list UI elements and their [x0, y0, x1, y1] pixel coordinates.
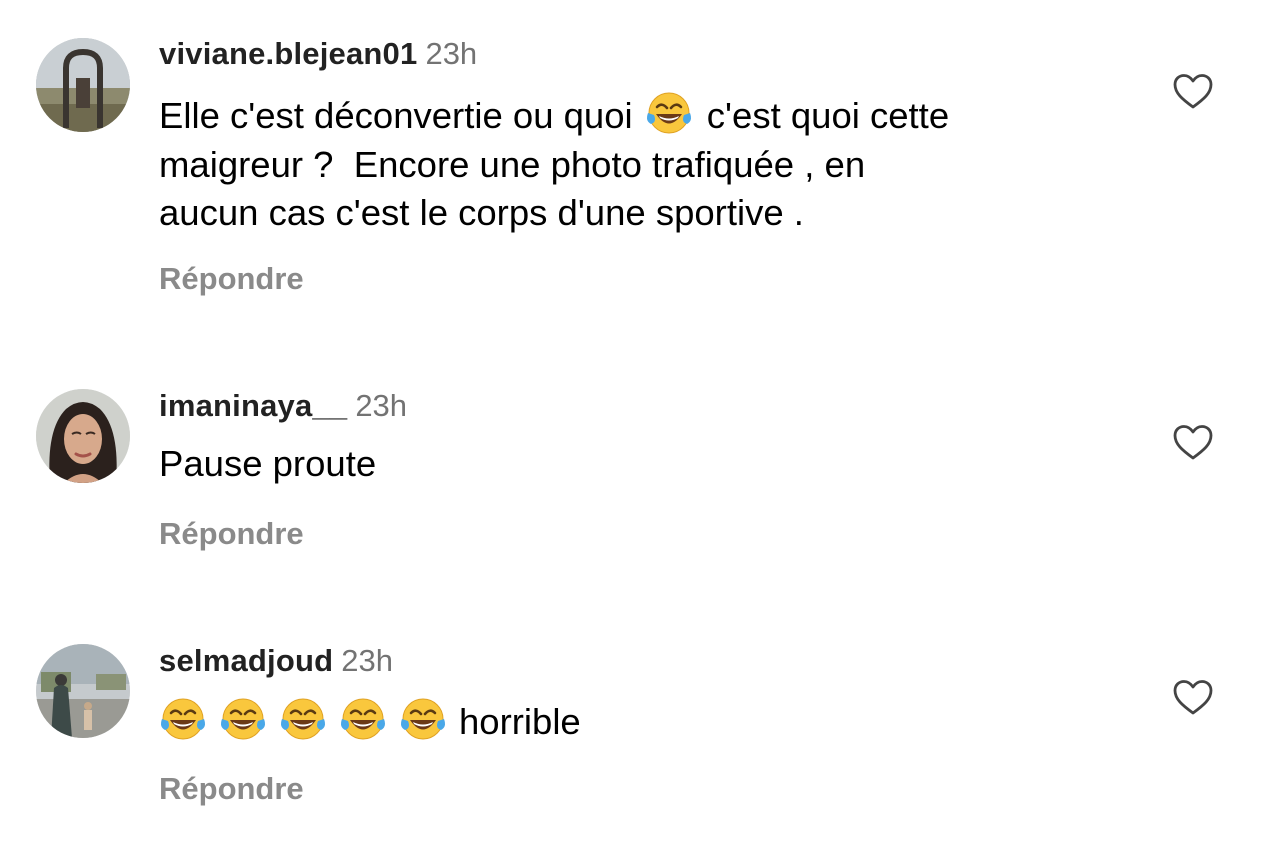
avatar[interactable]	[36, 38, 130, 132]
timestamp: 23h	[355, 388, 408, 423]
avatar-image	[36, 644, 130, 738]
face-with-tears-of-joy-icon	[219, 695, 267, 743]
face-with-tears-of-joy-icon	[339, 695, 387, 743]
heart-outline-icon[interactable]	[1172, 678, 1214, 716]
face-with-tears-of-joy-icon	[279, 695, 327, 743]
heart-outline-icon[interactable]	[1172, 72, 1214, 110]
comment-text: Elle c'est déconvertie ou quoi c'est quo…	[159, 89, 1139, 238]
reply-button[interactable]: Répondre	[159, 771, 304, 807]
username[interactable]: selmadjoud	[159, 643, 333, 678]
avatar[interactable]	[36, 644, 130, 738]
face-with-tears-of-joy-icon	[399, 695, 447, 743]
avatar-image	[36, 38, 130, 132]
comment-text: Pause proute	[159, 443, 377, 484]
username[interactable]: imaninaya__	[159, 388, 347, 423]
face-with-tears-of-joy-icon	[159, 695, 207, 743]
face-with-tears-of-joy-icon	[645, 89, 693, 137]
comment-text-part: Elle c'est déconvertie ou quoi	[159, 95, 643, 136]
comment-text-part: horrible	[459, 701, 581, 742]
username[interactable]: viviane.blejean01	[159, 36, 417, 71]
reply-button[interactable]: Répondre	[159, 516, 304, 552]
reply-button[interactable]: Répondre	[159, 261, 304, 297]
timestamp: 23h	[425, 36, 478, 71]
timestamp: 23h	[341, 643, 393, 678]
avatar-image	[36, 389, 130, 483]
avatar[interactable]	[36, 389, 130, 483]
comment-text: horrible	[159, 695, 1139, 747]
heart-outline-icon[interactable]	[1172, 423, 1214, 461]
